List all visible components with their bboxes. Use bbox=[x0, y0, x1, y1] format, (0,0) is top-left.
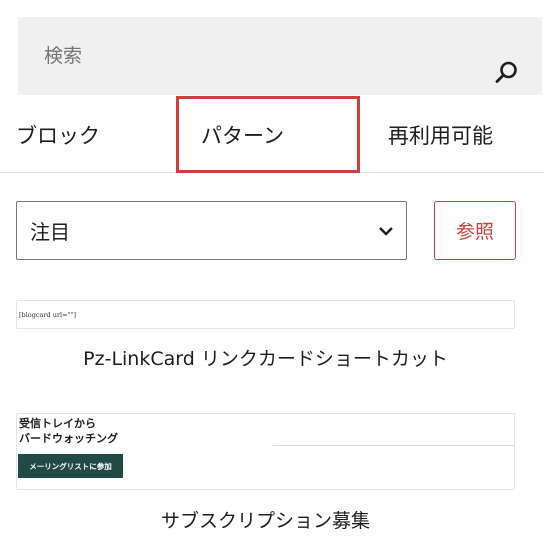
pattern-category-value: 注目 bbox=[30, 220, 70, 244]
tab-blocks[interactable]: ブロック bbox=[16, 96, 100, 174]
preview-heading-line1: 受信トレイから bbox=[19, 417, 96, 430]
pattern-title-subscription[interactable]: サブスクリプション募集 bbox=[16, 506, 515, 533]
explore-button[interactable]: 参照 bbox=[434, 201, 516, 260]
search-icon[interactable] bbox=[494, 59, 520, 85]
preview-divider bbox=[273, 445, 514, 446]
preview-heading-line2: バードウォッチング bbox=[19, 432, 118, 445]
tab-patterns[interactable]: パターン bbox=[176, 96, 360, 173]
preview-shortcode: [blogcard url=""] bbox=[19, 311, 77, 319]
chevron-down-icon bbox=[379, 227, 393, 236]
search-input[interactable] bbox=[18, 17, 458, 95]
preview-join-button: メーリングリストに参加 bbox=[18, 454, 123, 478]
pattern-category-select[interactable]: 注目 bbox=[16, 201, 407, 260]
pattern-preview-subscription[interactable]: 受信トレイから バードウォッチング メーリングリストに参加 bbox=[16, 413, 515, 490]
tab-reusable[interactable]: 再利用可能 bbox=[388, 96, 493, 174]
pattern-title-linkcard[interactable]: Pz-LinkCard リンクカードショートカット bbox=[16, 344, 515, 371]
search-bar bbox=[18, 17, 542, 95]
inserter-tabs: ブロック パターン 再利用可能 bbox=[0, 96, 544, 174]
pattern-preview-linkcard[interactable]: [blogcard url=""] bbox=[16, 300, 515, 329]
